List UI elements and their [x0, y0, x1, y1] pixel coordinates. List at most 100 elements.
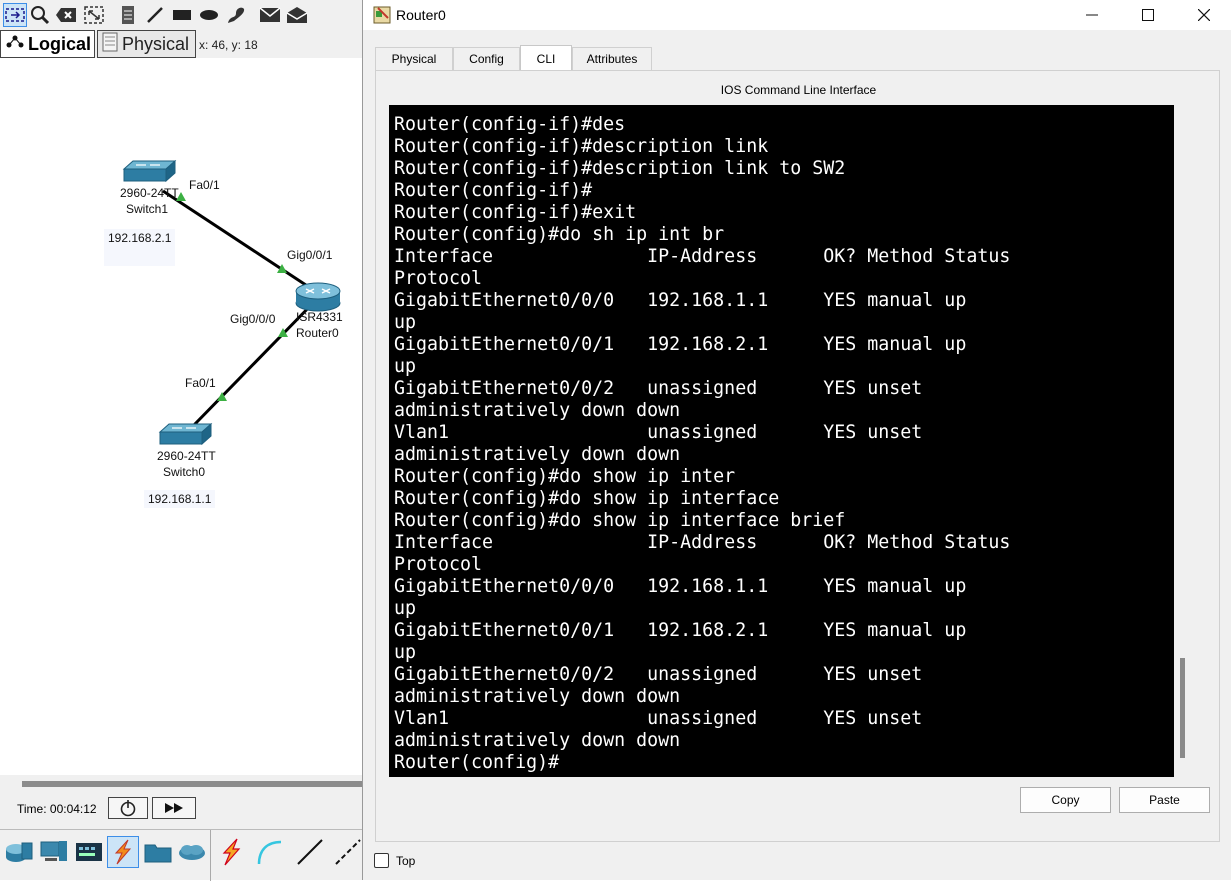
- simulation-time: Time: 00:04:12: [17, 802, 97, 816]
- note-tool-icon[interactable]: [116, 3, 140, 27]
- terminal-scrollbar[interactable]: [1174, 105, 1190, 777]
- scrollbar-thumb[interactable]: [22, 781, 362, 787]
- switch1-ip-note[interactable]: 192.168.2.1: [104, 229, 176, 266]
- terminal-line: up: [394, 598, 417, 619]
- switch1-port-label: Fa0/1: [189, 178, 220, 192]
- terminal-line: Protocol: [394, 268, 483, 289]
- workspace-pane: Logical Physical x: 46, y: 18 2960-24TT …: [0, 0, 364, 881]
- dialog-titlebar[interactable]: Router0: [363, 0, 1231, 30]
- terminal-line: GigabitEthernet0/0/0 192.168.1.1 YES man…: [394, 290, 967, 311]
- terminal-output: Router(config-if)#des Router(config-if)#…: [394, 114, 1010, 774]
- switch0-ip-note[interactable]: 192.168.1.1: [144, 490, 216, 508]
- complex-pdu-icon[interactable]: [285, 3, 309, 27]
- connections-icon[interactable]: [107, 836, 139, 868]
- divider: [210, 830, 211, 881]
- multiuser-icon[interactable]: [176, 836, 208, 868]
- terminal-line: Router(config)#do sh ip int br: [394, 224, 725, 245]
- simple-pdu-icon[interactable]: [258, 3, 282, 27]
- logical-view-tab[interactable]: Logical: [0, 30, 95, 58]
- draw-ellipse-icon[interactable]: [197, 3, 221, 27]
- dialog-tabs: Physical Config CLI Attributes: [375, 45, 1215, 71]
- main-toolbar: [0, 0, 362, 30]
- maximize-button[interactable]: [1120, 0, 1176, 30]
- dialog-title: Router0: [396, 7, 446, 23]
- top-checkbox[interactable]: [374, 853, 389, 868]
- device-type-selector: [0, 829, 364, 881]
- draw-rectangle-icon[interactable]: [170, 3, 194, 27]
- inspect-tool-icon[interactable]: [28, 3, 52, 27]
- switch1-icon[interactable]: [122, 159, 177, 183]
- fast-forward-icon: [165, 803, 183, 813]
- terminal-line: Vlan1 unassigned YES unset: [394, 708, 923, 729]
- select-tool-icon[interactable]: [3, 3, 27, 27]
- close-icon: [1198, 9, 1210, 21]
- tab-config[interactable]: Config: [453, 47, 520, 70]
- components-icon[interactable]: [73, 836, 105, 868]
- topology-links: [122, 159, 341, 446]
- switch0-model-label: 2960-24TT: [157, 449, 216, 463]
- router-app-icon: [372, 5, 392, 28]
- tab-attributes[interactable]: Attributes: [572, 47, 652, 70]
- device-dialog-window: Router0 Physical Config CLI Attributes I…: [362, 0, 1231, 880]
- tab-physical[interactable]: Physical: [375, 47, 453, 70]
- terminal-line: Router(config-if)#: [394, 180, 593, 201]
- terminal-line: Router(config-if)#des: [394, 114, 626, 135]
- terminal-line: administratively down down: [394, 400, 681, 421]
- terminal-line: Router(config)#do show ip interface: [394, 488, 780, 509]
- physical-view-icon: [102, 32, 118, 57]
- straight-through-cable-icon[interactable]: [294, 836, 326, 868]
- close-button[interactable]: [1176, 0, 1231, 30]
- top-checkbox-label: Top: [396, 854, 416, 868]
- logical-topology-canvas[interactable]: 2960-24TT Switch1 Fa0/1 192.168.2.1 Gig0…: [0, 58, 362, 775]
- router0-port-label: Gig0/0/0: [230, 312, 276, 326]
- logical-view-icon: [5, 34, 25, 55]
- minimize-icon: [1086, 14, 1098, 16]
- draw-line-icon[interactable]: [143, 3, 167, 27]
- paste-button[interactable]: Paste: [1119, 787, 1210, 813]
- console-cable-icon[interactable]: [253, 836, 285, 868]
- terminal-line: Router(config)#do show ip interface brie…: [394, 510, 846, 531]
- terminal-line: up: [394, 356, 417, 377]
- power-cycle-icon: [120, 800, 136, 817]
- switch0-port-label: Fa0/1: [185, 376, 216, 390]
- switch1-name-label: Switch1: [126, 202, 169, 216]
- power-cycle-button[interactable]: [108, 797, 148, 819]
- terminal-line: GigabitEthernet0/0/0 192.168.1.1 YES man…: [394, 576, 967, 597]
- view-bar: Logical Physical x: 46, y: 18: [0, 30, 362, 58]
- canvas-horizontal-scrollbar[interactable]: [0, 775, 362, 793]
- realtime-bar: Time: 00:04:12: [0, 793, 364, 881]
- terminal-line: Interface IP-Address OK? Method Status: [394, 532, 1011, 553]
- miscellaneous-icon[interactable]: [142, 836, 174, 868]
- terminal-line: GigabitEthernet0/0/2 unassigned YES unse…: [394, 378, 923, 399]
- freeform-icon[interactable]: [224, 3, 248, 27]
- terminal-line: GigabitEthernet0/0/1 192.168.2.1 YES man…: [394, 334, 967, 355]
- minimize-button[interactable]: [1064, 0, 1120, 30]
- switch1-model-label: 2960-24TT: [120, 186, 179, 200]
- maximize-icon: [1142, 9, 1154, 21]
- cli-panel-title: IOS Command Line Interface: [720, 83, 877, 97]
- link-switch1-router0[interactable]: [162, 189, 319, 295]
- physical-view-tab[interactable]: Physical: [97, 30, 196, 58]
- delete-tool-icon[interactable]: [54, 3, 78, 27]
- switch0-icon[interactable]: [158, 422, 213, 446]
- tab-cli[interactable]: CLI: [520, 45, 572, 71]
- terminal-line: administratively down down: [394, 730, 681, 751]
- logical-view-label: Logical: [28, 33, 92, 54]
- terminal-line: Vlan1 unassigned YES unset: [394, 422, 923, 443]
- crossover-cable-icon[interactable]: [332, 836, 364, 868]
- auto-connection-icon[interactable]: [215, 836, 247, 868]
- scrollbar-thumb[interactable]: [1180, 658, 1185, 758]
- terminal-line: Router(config)#: [394, 752, 560, 773]
- fast-forward-button[interactable]: [152, 797, 196, 819]
- copy-button[interactable]: Copy: [1020, 787, 1111, 813]
- terminal-line: Interface IP-Address OK? Method Status: [394, 246, 1011, 267]
- terminal-line: administratively down down: [394, 686, 681, 707]
- switch0-name-label: Switch0: [163, 465, 206, 479]
- router0-icon[interactable]: [295, 282, 341, 312]
- end-devices-icon[interactable]: [38, 836, 70, 868]
- network-devices-icon[interactable]: [3, 836, 35, 868]
- cli-terminal[interactable]: Router(config-if)#des Router(config-if)#…: [389, 105, 1187, 777]
- terminal-line: up: [394, 642, 417, 663]
- terminal-line: Router(config-if)#description link: [394, 136, 769, 157]
- resize-tool-icon[interactable]: [82, 3, 106, 27]
